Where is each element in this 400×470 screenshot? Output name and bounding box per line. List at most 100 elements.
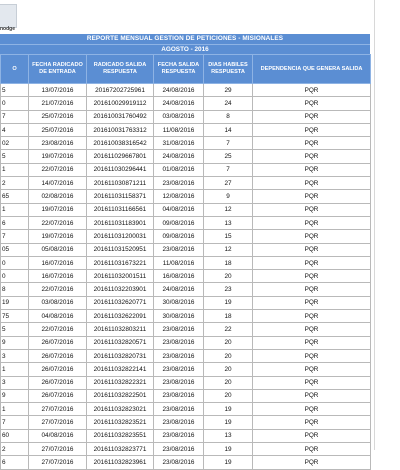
cell-id[interactable]: 5 <box>0 149 29 164</box>
cell-department[interactable]: PQR <box>252 229 371 244</box>
cell-business-days[interactable]: 9 <box>203 189 253 204</box>
cell-department[interactable]: PQR <box>252 215 371 231</box>
table-row[interactable]: 1 26/07/2016 201611032822141 23/08/2016 20 PQ… <box>0 362 371 377</box>
cell-response-number[interactable]: 201611032001511 <box>86 269 154 284</box>
cell-entry-date[interactable]: 22/07/2016 <box>28 162 87 178</box>
cell-id[interactable]: 6 <box>0 215 29 231</box>
cell-department[interactable]: PQR <box>252 96 371 111</box>
cell-entry-date[interactable]: 23/08/2016 <box>28 136 87 151</box>
cell-entry-date[interactable]: 19/07/2016 <box>28 229 87 244</box>
cell-response-number[interactable]: 201611032203901 <box>86 282 154 297</box>
cell-id[interactable]: 4 <box>0 122 29 138</box>
table-row[interactable]: 0 16/07/2016 201611031673221 11/08/2016 18 PQ… <box>0 255 371 271</box>
table-row[interactable]: 0 21/07/2016 201610029919112 24/08/2016 24 PQ… <box>0 96 371 111</box>
cell-response-number[interactable]: 201610029919112 <box>86 96 154 111</box>
cell-response-number[interactable]: 201611032823021 <box>86 402 154 417</box>
table-row[interactable]: 6 22/07/2016 201611031183901 09/08/2016 13 PQ… <box>0 215 371 231</box>
cell-entry-date[interactable]: 03/08/2016 <box>28 295 87 311</box>
cell-department[interactable]: PQR <box>252 428 371 444</box>
table-row[interactable]: 02 23/08/2016 201610038316542 31/08/2016 7 PQ… <box>0 136 371 151</box>
cell-id[interactable]: 02 <box>0 136 29 151</box>
cell-entry-date[interactable]: 22/07/2016 <box>28 215 87 231</box>
cell-id[interactable]: 0 <box>0 96 29 111</box>
cell-business-days[interactable]: 20 <box>203 388 253 404</box>
cell-id[interactable]: 1 <box>0 202 29 217</box>
cell-response-number[interactable]: 201611031673221 <box>86 255 154 271</box>
column-header-response-number[interactable]: RADICADO SALIDA RESPUESTA <box>86 54 154 84</box>
cell-department[interactable]: PQR <box>252 269 371 284</box>
cell-response-date[interactable]: 23/08/2016 <box>153 242 204 257</box>
cell-response-number[interactable]: 201611032823551 <box>86 428 154 444</box>
cell-entry-date[interactable]: 22/07/2016 <box>28 322 87 337</box>
cell-business-days[interactable]: 23 <box>203 282 253 297</box>
table-row[interactable]: 9 26/07/2016 201611032822501 23/08/2016 20 PQ… <box>0 388 371 404</box>
cell-entry-date[interactable]: 22/07/2016 <box>28 282 87 297</box>
cell-response-number[interactable]: 201611032823961 <box>86 455 154 470</box>
table-row[interactable]: 4 25/07/2016 201610031763312 11/08/2016 14 PQ… <box>0 122 371 138</box>
cell-department[interactable]: PQR <box>252 255 371 271</box>
cell-response-number[interactable]: 201611032820731 <box>86 348 154 364</box>
cell-department[interactable]: PQR <box>252 402 371 417</box>
cell-business-days[interactable]: 14 <box>203 122 253 138</box>
cell-response-number[interactable]: 201611032822141 <box>86 362 154 377</box>
cell-department[interactable]: PQR <box>252 309 371 324</box>
cell-response-date[interactable]: 30/08/2016 <box>153 295 204 311</box>
table-row[interactable]: 6 27/07/2016 201611032823961 23/08/2016 19 PQ… <box>0 455 371 470</box>
cell-id[interactable]: 5 <box>0 322 29 337</box>
cell-business-days[interactable]: 13 <box>203 215 253 231</box>
cell-id[interactable]: 60 <box>0 428 29 444</box>
cell-response-date[interactable]: 24/08/2016 <box>153 149 204 164</box>
table-row[interactable]: 8 22/07/2016 201611032203901 24/08/2016 23 PQ… <box>0 282 371 297</box>
cell-id[interactable]: 3 <box>0 375 29 390</box>
column-header-business-days[interactable]: DIAS HABILES RESPUESTA <box>203 54 253 84</box>
cell-business-days[interactable]: 20 <box>203 348 253 364</box>
cell-response-date[interactable]: 30/08/2016 <box>153 309 204 324</box>
cell-id[interactable]: 2 <box>0 176 29 191</box>
cell-department[interactable]: PQR <box>252 295 371 311</box>
cell-id[interactable]: 65 <box>0 189 29 204</box>
table-row[interactable]: 2 14/07/2016 201611030871211 23/08/2016 27 PQ… <box>0 176 371 191</box>
cell-entry-date[interactable]: 27/07/2016 <box>28 415 87 430</box>
cell-response-date[interactable]: 23/08/2016 <box>153 348 204 364</box>
cell-response-date[interactable]: 23/08/2016 <box>153 402 204 417</box>
cell-department[interactable]: PQR <box>252 122 371 138</box>
cell-business-days[interactable]: 22 <box>203 322 253 337</box>
cell-response-number[interactable]: 201611032823771 <box>86 442 154 457</box>
cell-entry-date[interactable]: 21/07/2016 <box>28 96 87 111</box>
cell-department[interactable]: PQR <box>252 176 371 191</box>
cell-business-days[interactable]: 20 <box>203 335 253 350</box>
cell-response-date[interactable]: 09/08/2016 <box>153 215 204 231</box>
cell-department[interactable]: PQR <box>252 136 371 151</box>
cell-department[interactable]: PQR <box>252 149 371 164</box>
cell-id[interactable]: 3 <box>0 348 29 364</box>
cell-business-days[interactable]: 15 <box>203 229 253 244</box>
cell-id[interactable]: 05 <box>0 242 29 257</box>
cell-id[interactable]: 1 <box>0 362 29 377</box>
cell-department[interactable]: PQR <box>252 322 371 337</box>
cell-response-number[interactable]: 201611030871211 <box>86 176 154 191</box>
table-row[interactable]: 1 19/07/2016 201611031166561 04/08/2016 12 PQ… <box>0 202 371 217</box>
cell-response-number[interactable]: 20167202725961 <box>86 82 154 98</box>
cell-entry-date[interactable]: 04/08/2016 <box>28 428 87 444</box>
cell-response-number[interactable]: 201611032823521 <box>86 415 154 430</box>
cell-response-date[interactable]: 12/08/2016 <box>153 189 204 204</box>
cell-response-date[interactable]: 16/08/2016 <box>153 269 204 284</box>
table-row[interactable]: 7 27/07/2016 201611032823521 23/08/2016 19 PQ… <box>0 415 371 430</box>
cell-response-date[interactable]: 23/08/2016 <box>153 428 204 444</box>
cell-entry-date[interactable]: 27/07/2016 <box>28 455 87 470</box>
cell-response-number[interactable]: 201611032620771 <box>86 295 154 311</box>
table-row[interactable]: 7 19/07/2016 201611031200031 09/08/2016 15 PQ… <box>0 229 371 244</box>
cell-business-days[interactable]: 24 <box>203 96 253 111</box>
cell-entry-date[interactable]: 26/07/2016 <box>28 362 87 377</box>
cell-response-number[interactable]: 201611031183901 <box>86 215 154 231</box>
table-row[interactable]: 3 26/07/2016 201611032822321 23/08/2016 20 PQ… <box>0 375 371 390</box>
cell-response-date[interactable]: 23/08/2016 <box>153 375 204 390</box>
cell-response-number[interactable]: 201610031760492 <box>86 109 154 124</box>
table-row[interactable]: 7 25/07/2016 201610031760492 03/08/2016 8 PQR <box>0 109 371 124</box>
cell-department[interactable]: PQR <box>252 362 371 377</box>
cell-business-days[interactable]: 19 <box>203 415 253 430</box>
cell-response-date[interactable]: 09/08/2016 <box>153 229 204 244</box>
table-row[interactable]: 75 04/08/2016 201611032622091 30/08/2016 18 P… <box>0 309 371 324</box>
column-header-response-date[interactable]: FECHA SALIDA RESPUESTA <box>153 54 204 84</box>
cell-department[interactable]: PQR <box>252 455 371 470</box>
